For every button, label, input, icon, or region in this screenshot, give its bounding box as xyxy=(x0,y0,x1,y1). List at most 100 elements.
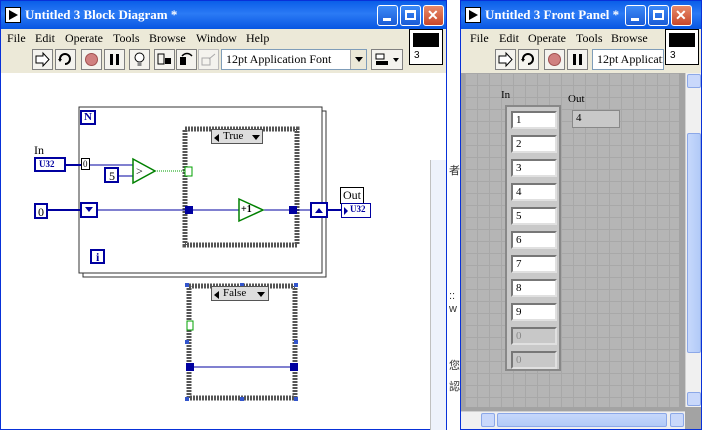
step-out-button[interactable] xyxy=(198,49,219,70)
menu-operate[interactable]: Operate xyxy=(528,31,566,46)
panel-grid: In Out 1 2 3 4 5 6 7 8 9 0 0 4 xyxy=(465,73,679,407)
block-diagram-canvas[interactable]: N i In U32 0 5 > 0 +1 True False Out U32 xyxy=(1,73,446,429)
vi-icon-connector[interactable]: 3 xyxy=(665,29,699,65)
vi-icon-connector[interactable]: 3 xyxy=(409,29,443,65)
array-element[interactable]: 0 xyxy=(511,327,557,345)
menu-file[interactable]: File xyxy=(470,31,489,46)
menu-tools[interactable]: Tools xyxy=(576,31,603,46)
menu-operate[interactable]: Operate xyxy=(65,31,103,46)
front-panel-canvas[interactable]: In Out 1 2 3 4 5 6 7 8 9 0 0 4 xyxy=(461,73,701,429)
block-diagram-titlebar[interactable]: Untitled 3 Block Diagram * ✕ xyxy=(1,1,446,29)
maximize-button[interactable] xyxy=(400,5,421,26)
font-select[interactable]: 12pt Application Font xyxy=(221,49,367,70)
menu-edit[interactable]: Edit xyxy=(499,31,519,46)
abort-button[interactable] xyxy=(544,49,565,70)
close-icon: ✕ xyxy=(427,7,439,23)
array-element[interactable]: 0 xyxy=(511,351,557,369)
constant-zero[interactable]: 0 xyxy=(34,203,48,219)
step-out-icon xyxy=(201,53,216,66)
scroll-right-arrow[interactable] xyxy=(670,413,684,427)
vi-icon-screen xyxy=(669,33,695,47)
minimize-button[interactable] xyxy=(625,5,646,26)
triangle-right-icon xyxy=(344,207,348,215)
pause-button[interactable] xyxy=(567,49,588,70)
array-element[interactable]: 7 xyxy=(511,255,557,273)
chevron-left-icon xyxy=(214,291,219,299)
abort-button[interactable] xyxy=(81,49,102,70)
front-panel-window: Untitled 3 Front Panel * ✕ File Edit Ope… xyxy=(460,0,702,430)
case-selector-true[interactable]: True xyxy=(211,129,263,144)
diagram-wires xyxy=(47,106,341,401)
case-selector-false[interactable]: False xyxy=(211,286,269,301)
chevron-down-icon xyxy=(257,292,265,297)
menu-edit[interactable]: Edit xyxy=(35,31,55,46)
highlight-execution-button[interactable] xyxy=(129,49,150,70)
block-diagram-toolbar: 12pt Application Font xyxy=(1,47,446,73)
abort-icon xyxy=(85,53,98,66)
step-into-button[interactable] xyxy=(154,49,175,70)
block-diagram-menubar: File Edit Operate Tools Browse Window He… xyxy=(1,29,446,47)
vi-icon-screen xyxy=(413,33,439,47)
loop-count-terminal[interactable]: N xyxy=(80,110,96,125)
out-indicator-terminal[interactable]: U32 xyxy=(341,203,371,218)
vertical-scroll-thumb[interactable] xyxy=(687,133,701,353)
horizontal-scrollbar[interactable] xyxy=(461,411,685,429)
maximize-button[interactable] xyxy=(648,5,669,26)
constant-five[interactable]: 5 xyxy=(104,167,119,183)
array-element[interactable]: 1 xyxy=(511,111,557,129)
array-element[interactable]: 3 xyxy=(511,159,557,177)
run-button[interactable] xyxy=(32,49,53,70)
labview-app-icon xyxy=(465,7,481,23)
pause-icon xyxy=(110,54,119,65)
in-array-label: In xyxy=(501,89,511,101)
run-continuously-button[interactable] xyxy=(518,49,539,70)
array-element[interactable]: 6 xyxy=(511,231,557,249)
increment-node-symbol: +1 xyxy=(241,204,252,215)
pause-button[interactable] xyxy=(104,49,125,70)
array-element[interactable]: 8 xyxy=(511,279,557,297)
chevron-down-icon xyxy=(252,135,260,140)
background-text: w xyxy=(449,303,457,315)
light-bulb-icon xyxy=(134,52,145,66)
out-indicator: 4 xyxy=(572,110,620,128)
close-button[interactable]: ✕ xyxy=(423,5,444,26)
scroll-left-arrow[interactable] xyxy=(481,413,495,427)
vi-icon-number: 3 xyxy=(414,50,420,61)
array-element[interactable]: 9 xyxy=(511,303,557,321)
minimize-button[interactable] xyxy=(377,5,398,26)
run-button[interactable] xyxy=(495,49,516,70)
step-into-icon xyxy=(157,53,171,65)
font-select[interactable]: 12pt Application Font xyxy=(592,49,664,70)
horizontal-scroll-thumb[interactable] xyxy=(497,413,667,427)
in-control-label: In xyxy=(34,143,44,157)
array-element[interactable]: 4 xyxy=(511,183,557,201)
step-over-button[interactable] xyxy=(176,49,197,70)
auto-index-marker: 0 xyxy=(81,158,90,170)
scroll-down-arrow[interactable] xyxy=(687,392,701,406)
align-objects-button[interactable] xyxy=(371,49,403,70)
align-icon xyxy=(375,53,399,65)
menu-help[interactable]: Help xyxy=(246,31,269,46)
background-scrollbar[interactable] xyxy=(430,160,446,430)
menu-browse[interactable]: Browse xyxy=(149,31,186,46)
array-element[interactable]: 5 xyxy=(511,207,557,225)
chevron-left-icon xyxy=(214,134,219,142)
scroll-up-arrow[interactable] xyxy=(687,74,701,88)
front-panel-titlebar[interactable]: Untitled 3 Front Panel * ✕ xyxy=(461,1,701,29)
out-indicator-label: Out xyxy=(340,187,364,204)
close-button[interactable]: ✕ xyxy=(671,5,692,26)
menu-tools[interactable]: Tools xyxy=(113,31,140,46)
vi-icon-number: 3 xyxy=(670,50,676,61)
in-array-control[interactable]: 1 2 3 4 5 6 7 8 9 0 0 xyxy=(505,105,561,371)
run-continuously-button[interactable] xyxy=(55,49,76,70)
chevron-down-icon xyxy=(350,50,366,69)
out-indicator-label: Out xyxy=(568,93,585,105)
block-diagram-window: Untitled 3 Block Diagram * ✕ File Edit O… xyxy=(0,0,447,430)
menu-browse[interactable]: Browse xyxy=(611,31,648,46)
array-element[interactable]: 2 xyxy=(511,135,557,153)
iteration-terminal[interactable]: i xyxy=(90,249,105,264)
menu-file[interactable]: File xyxy=(7,31,26,46)
in-control-terminal[interactable]: U32 xyxy=(34,157,66,172)
vertical-scrollbar[interactable] xyxy=(685,73,701,407)
menu-window[interactable]: Window xyxy=(196,31,237,46)
